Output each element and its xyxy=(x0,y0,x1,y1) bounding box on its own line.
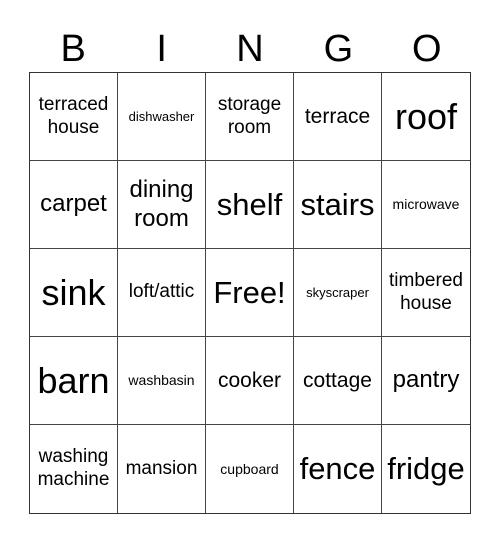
bingo-cell[interactable]: pantry xyxy=(382,337,470,425)
bingo-cell[interactable]: cottage xyxy=(294,337,382,425)
bingo-cell[interactable]: cooker xyxy=(206,337,294,425)
bingo-cell[interactable]: fence xyxy=(294,425,382,513)
bingo-cell[interactable]: terrace xyxy=(294,73,382,161)
bingo-header: B I N G O xyxy=(29,26,471,72)
bingo-cell[interactable]: skyscraper xyxy=(294,249,382,337)
bingo-grid: terraced house dishwasher storage room t… xyxy=(29,72,471,514)
bingo-cell[interactable]: shelf xyxy=(206,161,294,249)
bingo-cell[interactable]: mansion xyxy=(118,425,206,513)
bingo-cell[interactable]: storage room xyxy=(206,73,294,161)
bingo-cell[interactable]: dining room xyxy=(118,161,206,249)
bingo-cell[interactable]: loft/attic xyxy=(118,249,206,337)
bingo-cell[interactable]: sink xyxy=(30,249,118,337)
bingo-cell[interactable]: microwave xyxy=(382,161,470,249)
bingo-cell[interactable]: washing machine xyxy=(30,425,118,513)
bingo-cell[interactable]: terraced house xyxy=(30,73,118,161)
bingo-cell[interactable]: washbasin xyxy=(118,337,206,425)
header-letter-o: O xyxy=(412,28,442,70)
header-letter-g: G xyxy=(323,28,354,70)
bingo-cell[interactable]: cupboard xyxy=(206,425,294,513)
bingo-cell[interactable]: stairs xyxy=(294,161,382,249)
bingo-cell[interactable]: barn xyxy=(30,337,118,425)
bingo-cell[interactable]: dishwasher xyxy=(118,73,206,161)
header-letter-n: N xyxy=(236,28,264,70)
bingo-cell[interactable]: roof xyxy=(382,73,470,161)
header-letter-i: I xyxy=(156,28,167,70)
bingo-cell[interactable]: carpet xyxy=(30,161,118,249)
free-space[interactable]: Free! xyxy=(206,249,294,337)
bingo-cell[interactable]: timbered house xyxy=(382,249,470,337)
header-letter-b: B xyxy=(60,28,86,70)
bingo-cell[interactable]: fridge xyxy=(382,425,470,513)
